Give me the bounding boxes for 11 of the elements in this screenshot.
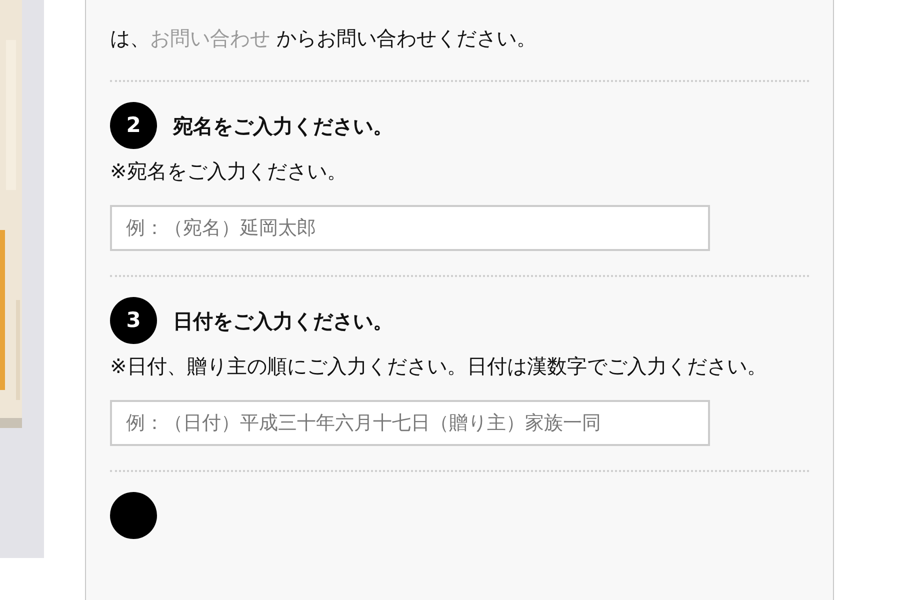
input-field[interactable]: 例：（日付）平成三十年六月十七日（贈り主）家族一同 — [110, 400, 710, 446]
step-note: ※宛名をご入力ください。 — [110, 158, 348, 185]
step-number: 2 — [110, 102, 157, 149]
step-number-icon — [110, 492, 157, 539]
step-heading: 日付をご入力ください。 — [173, 308, 393, 334]
step-heading: 宛名をご入力ください。 — [173, 112, 393, 140]
note-text: は、お問い合わせ からお問い合わせください。 — [110, 25, 538, 52]
input-field[interactable]: 例：（宛名）延岡太郎 — [110, 205, 710, 251]
step-number: 3 — [110, 297, 157, 344]
step-note: ※日付、贈り主の順にご入力ください。日付は漢数字でご入力ください。 — [110, 353, 768, 380]
contact-link[interactable]: お問い合わせ — [150, 26, 270, 50]
